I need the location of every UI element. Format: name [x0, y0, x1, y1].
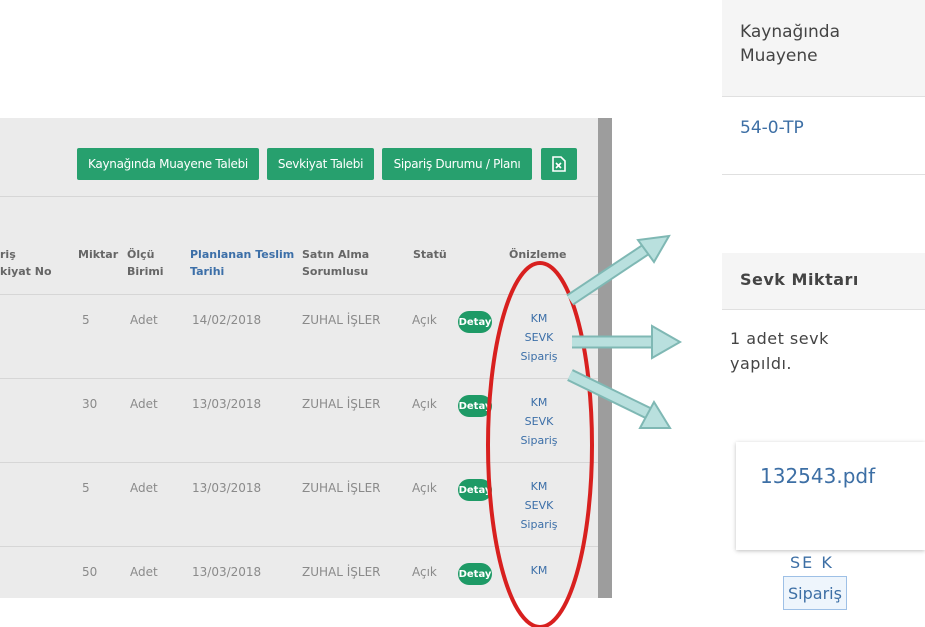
col-header-status: Statü	[413, 248, 447, 261]
vertical-scrollbar[interactable]	[598, 118, 612, 598]
status-cell: Açık	[412, 481, 437, 495]
pdf-link[interactable]: 132543.pdf	[760, 464, 875, 488]
siparis-link[interactable]: Sipariş	[514, 347, 564, 366]
detail-button[interactable]: Detay	[458, 479, 492, 501]
qty-cell: 5	[82, 313, 90, 327]
status-cell: Açık	[412, 565, 437, 579]
buyer-cell: ZUHAL İŞLER	[302, 481, 381, 495]
status-cell: Açık	[412, 313, 437, 327]
shipment-card-title: Sevk Miktarı	[740, 270, 859, 289]
table-row: 5 Adet 14/02/2018 ZUHAL İŞLER Açık Detay…	[0, 294, 598, 379]
col-header-planned-date[interactable]: Planlanan Teslim Tarihi	[190, 246, 294, 280]
excel-export-button[interactable]	[541, 148, 577, 180]
siparis-link-highlighted[interactable]: Sipariş	[783, 576, 847, 610]
km-link[interactable]: KM	[514, 561, 564, 580]
col-header-unit: Ölçü Birimi	[127, 248, 164, 278]
qty-cell: 30	[82, 397, 98, 411]
col-header-buyer: Satın Alma Sorumlusu	[302, 248, 370, 278]
sevk-link-fragment: SE K	[790, 553, 834, 572]
col-header-preview: Önizleme	[509, 248, 567, 261]
date-cell: 13/03/2018	[192, 481, 262, 495]
unit-cell: Adet	[130, 481, 158, 495]
unit-cell: Adet	[130, 565, 158, 579]
buyer-cell: ZUHAL İŞLER	[302, 565, 381, 579]
qty-cell: 50	[82, 565, 98, 579]
shipment-quantity-text: 1 adet sevk yapıldı.	[730, 329, 829, 373]
preview-links: KM SEVK Sipariş	[514, 309, 564, 366]
km-link[interactable]: KM	[514, 309, 564, 328]
col-header-quantity: Miktar	[78, 248, 119, 261]
detail-button[interactable]: Detay	[458, 563, 492, 585]
detail-button[interactable]: Detay	[458, 395, 492, 417]
inspection-request-button[interactable]: Kaynağında Muayene Talebi	[77, 148, 259, 180]
sevk-link[interactable]: SEVK	[514, 496, 564, 515]
unit-cell: Adet	[130, 397, 158, 411]
col-header-order-no: riş kiyat No	[0, 248, 52, 278]
siparis-link[interactable]: Sipariş	[514, 515, 564, 534]
buyer-cell: ZUHAL İŞLER	[302, 397, 381, 411]
buyer-cell: ZUHAL İŞLER	[302, 313, 381, 327]
inspection-card-title: Kaynağında Muayene	[740, 22, 841, 66]
divider	[722, 174, 925, 175]
table-row: 50 Adet 13/03/2018 ZUHAL İŞLER Açık Deta…	[0, 546, 598, 598]
detail-button[interactable]: Detay	[458, 311, 492, 333]
preview-links: KM	[514, 561, 564, 580]
siparis-link[interactable]: Sipariş	[514, 431, 564, 450]
km-link[interactable]: KM	[514, 477, 564, 496]
shipment-request-button[interactable]: Sevkiyat Talebi	[267, 148, 374, 180]
km-link[interactable]: KM	[514, 393, 564, 412]
status-cell: Açık	[412, 397, 437, 411]
qty-cell: 5	[82, 481, 90, 495]
order-document-popup: 132543.pdf	[736, 442, 925, 550]
table-row: 30 Adet 13/03/2018 ZUHAL İŞLER Açık Deta…	[0, 378, 598, 463]
order-status-button[interactable]: Sipariş Durumu / Planı	[382, 148, 532, 180]
inspection-card: Kaynağında Muayene 54-0-TP	[722, 0, 925, 175]
sevk-link[interactable]: SEVK	[514, 412, 564, 431]
date-cell: 14/02/2018	[192, 313, 262, 327]
shipment-quantity-card: Sevk Miktarı	[722, 253, 925, 333]
order-table-panel: Kaynağında Muayene Talebi Sevkiyat Taleb…	[0, 118, 612, 598]
inspection-card-value[interactable]: 54-0-TP	[740, 118, 804, 138]
preview-links: KM SEVK Sipariş	[514, 393, 564, 450]
preview-links: KM SEVK Sipariş	[514, 477, 564, 534]
sevk-link[interactable]: SEVK	[514, 328, 564, 347]
date-cell: 13/03/2018	[192, 565, 262, 579]
unit-cell: Adet	[130, 313, 158, 327]
table-row: 5 Adet 13/03/2018 ZUHAL İŞLER Açık Detay…	[0, 462, 598, 547]
toolbar: Kaynağında Muayene Talebi Sevkiyat Taleb…	[0, 118, 598, 197]
excel-export-icon	[552, 156, 566, 172]
date-cell: 13/03/2018	[192, 397, 262, 411]
